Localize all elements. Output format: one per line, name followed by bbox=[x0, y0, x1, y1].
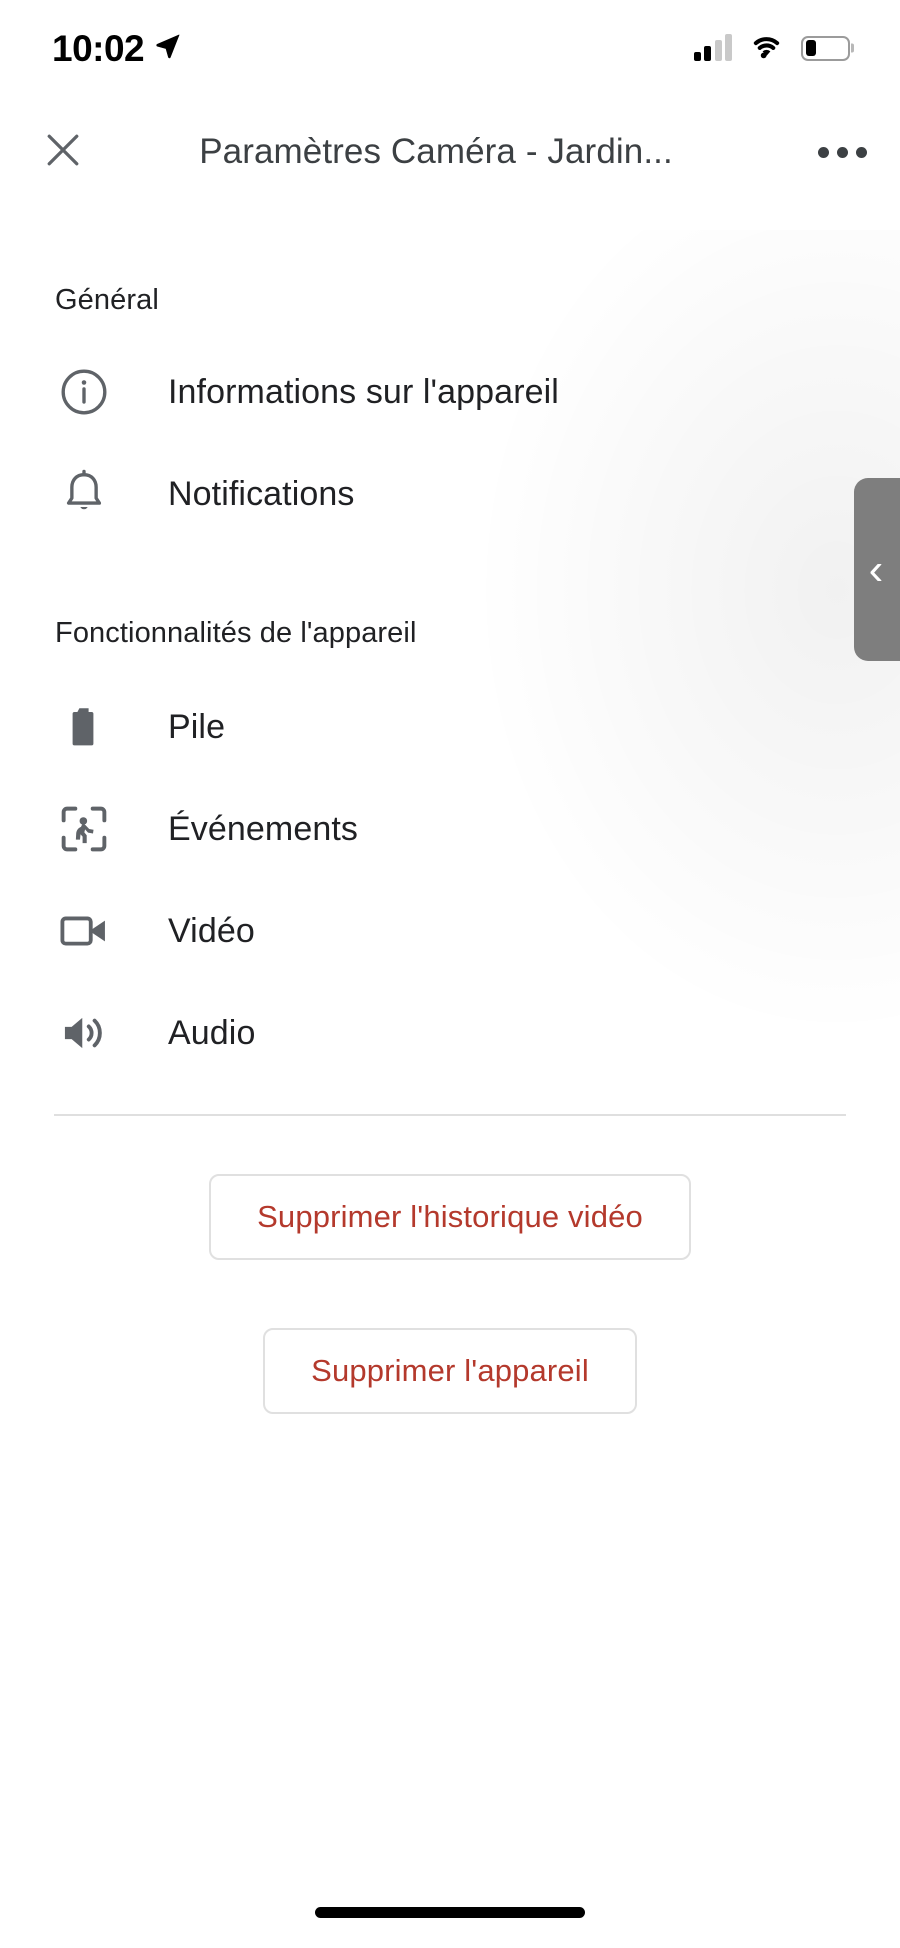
page-title: Paramètres Caméra - Jardin... bbox=[199, 132, 673, 171]
settings-row-label: Notifications bbox=[168, 474, 355, 513]
battery-full-icon bbox=[52, 703, 116, 751]
close-icon bbox=[41, 128, 85, 177]
more-options-icon-dot3 bbox=[855, 146, 867, 158]
info-circle-icon bbox=[52, 366, 116, 418]
settings-content: Général Informations sur l'appareil Noti… bbox=[0, 208, 900, 1414]
settings-row-label: Pile bbox=[168, 707, 226, 746]
section-header-device-features: Fonctionnalités de l'appareil bbox=[55, 617, 417, 649]
settings-row-label: Audio bbox=[168, 1013, 256, 1052]
settings-row-notifications[interactable]: Notifications bbox=[0, 443, 900, 545]
delete-device-button[interactable]: Supprimer l'appareil bbox=[263, 1328, 637, 1414]
cellular-signal-icon bbox=[693, 34, 732, 61]
status-bar-right bbox=[693, 32, 854, 64]
settings-row-device-info[interactable]: Informations sur l'appareil bbox=[0, 341, 900, 443]
section-header-general: Général bbox=[55, 284, 159, 316]
more-options-icon bbox=[817, 146, 829, 158]
bell-icon bbox=[52, 468, 116, 520]
settings-row-battery[interactable]: Pile bbox=[0, 676, 900, 778]
speaker-volume-icon bbox=[52, 1007, 116, 1059]
settings-row-video[interactable]: Vidéo bbox=[0, 880, 900, 982]
settings-row-events[interactable]: Événements bbox=[0, 778, 900, 880]
delete-video-history-button[interactable]: Supprimer l'historique vidéo bbox=[209, 1174, 691, 1260]
status-bar: 10:02 bbox=[0, 0, 900, 96]
more-options-button[interactable] bbox=[794, 146, 890, 158]
wifi-icon bbox=[748, 32, 785, 64]
settings-row-label: Vidéo bbox=[168, 911, 255, 950]
battery-icon bbox=[801, 35, 854, 61]
settings-row-label: Informations sur l'appareil bbox=[168, 372, 559, 411]
settings-row-audio[interactable]: Audio bbox=[0, 982, 900, 1084]
delete-video-history-row: Supprimer l'historique vidéo bbox=[0, 1174, 900, 1260]
delete-device-row: Supprimer l'appareil bbox=[0, 1328, 900, 1414]
home-indicator-bar bbox=[315, 1907, 585, 1918]
app-bar: Paramètres Caméra - Jardin... bbox=[0, 96, 900, 208]
side-panel-handle[interactable]: ‹ bbox=[854, 478, 900, 661]
settings-row-label: Événements bbox=[168, 809, 358, 848]
status-bar-clock: 10:02 bbox=[52, 27, 145, 69]
settings-list-general: Informations sur l'appareil Notification… bbox=[0, 341, 900, 545]
settings-list-device-features: Pile Événements Vidéo Audio bbox=[0, 676, 900, 1084]
person-in-frame-icon bbox=[52, 803, 116, 855]
location-arrow-icon bbox=[154, 32, 182, 65]
chevron-left-icon: ‹ bbox=[868, 544, 884, 594]
phone-screen: 10:02 Paramètres Caméra - Jardin... Géné… bbox=[0, 0, 900, 1948]
section-divider bbox=[54, 1114, 846, 1116]
close-button[interactable] bbox=[18, 128, 108, 177]
status-bar-left: 10:02 bbox=[52, 30, 182, 67]
more-options-icon-dot2 bbox=[836, 146, 848, 158]
video-camera-icon bbox=[52, 904, 116, 958]
